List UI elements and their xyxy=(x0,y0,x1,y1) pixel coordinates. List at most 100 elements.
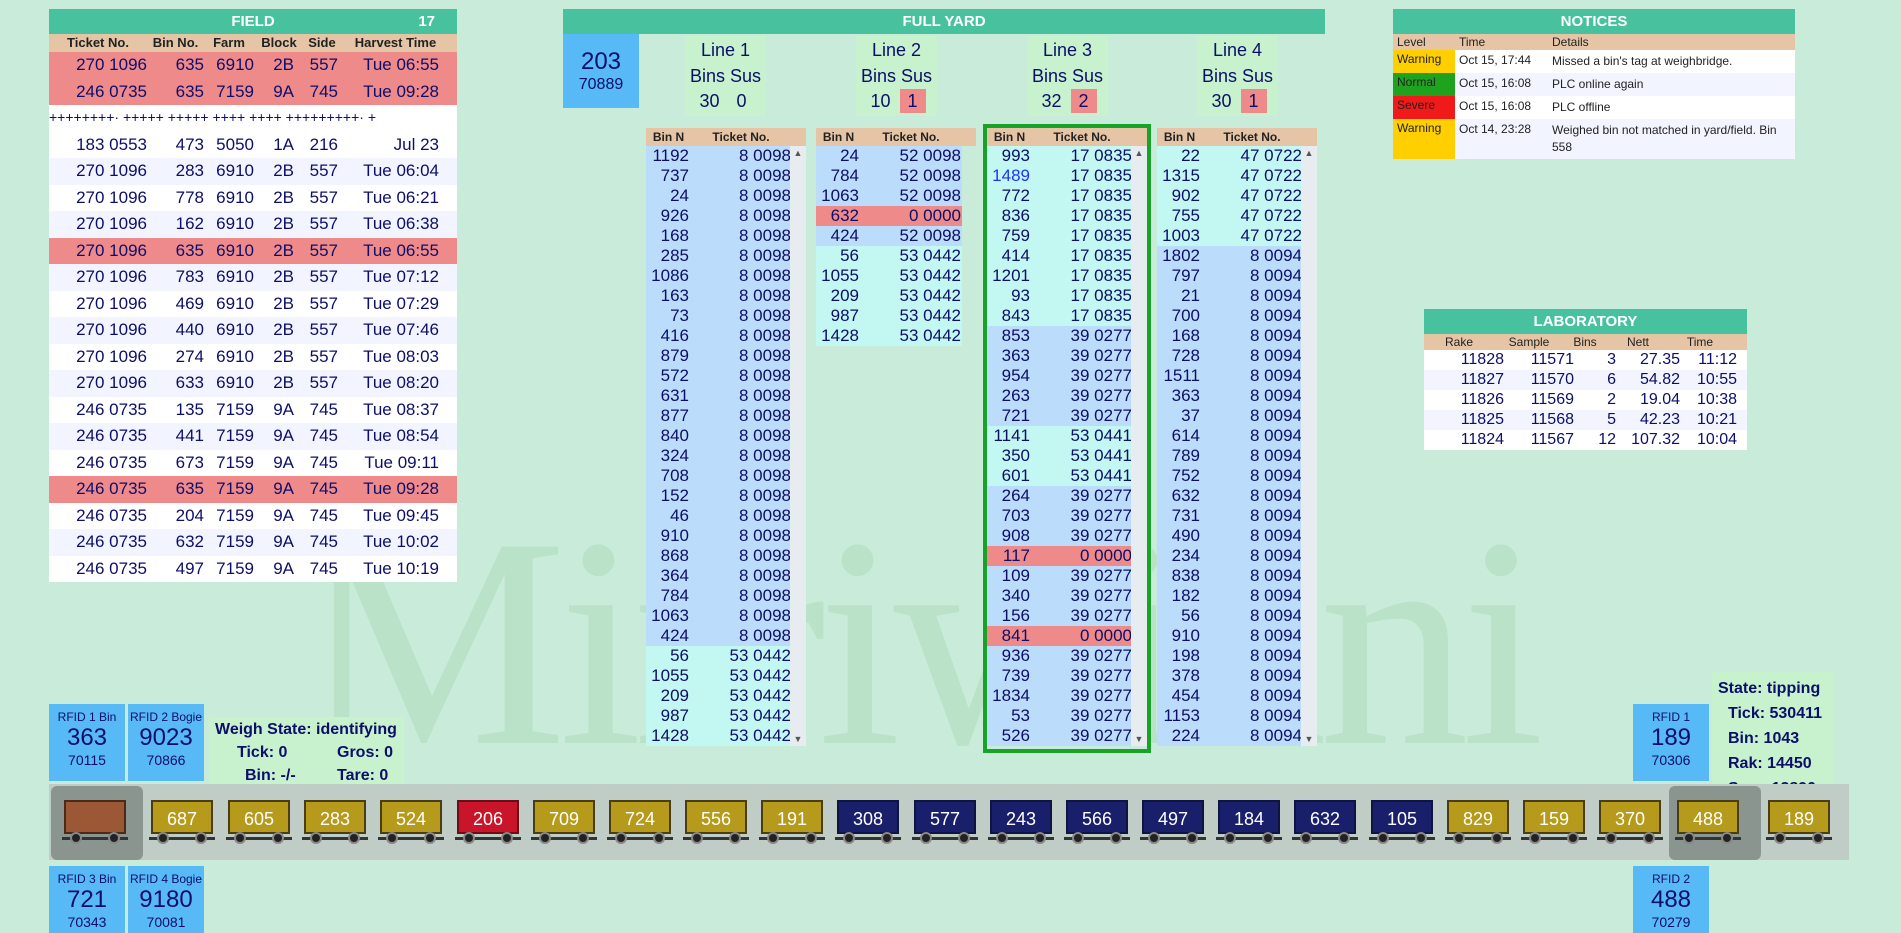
col-bins[interactable]: Bins xyxy=(1564,334,1606,350)
bin-row[interactable]: 737 8 0098 xyxy=(646,166,792,186)
bin-row[interactable]: 22 47 0722 xyxy=(1157,146,1303,166)
field-row[interactable]: 246 0735 635 7159 9A 745 Tue 09:28 xyxy=(49,78,457,105)
wagon[interactable]: 632 xyxy=(1292,798,1358,846)
wagon[interactable]: 829 xyxy=(1445,798,1511,846)
field-row[interactable]: 246 0735 673 7159 9A 745 Tue 09:11 xyxy=(49,449,457,476)
bin-row[interactable]: 1802 8 0094 xyxy=(1157,246,1303,266)
rfid-3-bin[interactable]: RFID 3 Bin 721 70343 xyxy=(49,866,125,933)
bin-row[interactable]: 572 8 0098 xyxy=(646,366,792,386)
bin-row[interactable]: 56 53 0442 xyxy=(816,246,962,266)
wagon[interactable]: 524 xyxy=(378,798,444,846)
rfid-2-bogie[interactable]: RFID 2 Bogie 9023 70866 xyxy=(128,704,204,781)
bin-row[interactable]: 868 8 0098 xyxy=(646,546,792,566)
wagon[interactable]: 308 xyxy=(835,798,901,846)
bin-row[interactable]: 987 53 0442 xyxy=(816,306,962,326)
notice-row[interactable]: Warning Oct 15, 17:44 Missed a bin's tag a… xyxy=(1393,50,1795,73)
bin-row[interactable]: 182 8 0094 xyxy=(1157,586,1303,606)
bin-row[interactable]: 1315 47 0722 xyxy=(1157,166,1303,186)
bin-row[interactable]: 700 8 0094 xyxy=(1157,306,1303,326)
scroll-down-icon[interactable]: ▼ xyxy=(1301,732,1317,746)
field-row[interactable]: 183 0553 473 5050 1A 216 Jul 23 xyxy=(49,131,457,158)
field-row[interactable]: 246 0735 135 7159 9A 745 Tue 08:37 xyxy=(49,396,457,423)
bin-row[interactable]: 1511 8 0094 xyxy=(1157,366,1303,386)
bin-row[interactable]: 840 8 0098 xyxy=(646,426,792,446)
bin-row[interactable]: 364 8 0098 xyxy=(646,566,792,586)
bin-row[interactable]: 789 8 0094 xyxy=(1157,446,1303,466)
bin-row[interactable]: 454 8 0094 xyxy=(1157,686,1303,706)
bin-row[interactable]: 784 52 0098 xyxy=(816,166,962,186)
locomotive[interactable] xyxy=(62,798,128,846)
line-3-header[interactable]: Line 3 Bins Sus 32 2 xyxy=(1027,36,1108,116)
col-ticket[interactable]: Ticket No. xyxy=(49,34,147,52)
lab-row[interactable]: 11828 11571 3 27.35 11:12 xyxy=(1424,350,1747,370)
bin-row[interactable]: 363 8 0094 xyxy=(1157,386,1303,406)
bin-row[interactable]: 152 8 0098 xyxy=(646,486,792,506)
bin-row[interactable]: 902 47 0722 xyxy=(1157,186,1303,206)
rfid-right-2[interactable]: RFID 2 488 70279 xyxy=(1633,866,1709,933)
wagon[interactable]: 206 xyxy=(455,798,521,846)
bin-row[interactable]: 285 8 0098 xyxy=(646,246,792,266)
wagon[interactable]: 687 xyxy=(149,798,215,846)
wagon[interactable]: 283 xyxy=(302,798,368,846)
bin-row[interactable]: 234 8 0094 xyxy=(1157,546,1303,566)
wagon[interactable]: 191 xyxy=(759,798,825,846)
col-rake[interactable]: Rake xyxy=(1424,334,1494,350)
col-ticket[interactable]: Ticket No. xyxy=(691,128,791,146)
bin-row[interactable]: 37 8 0094 xyxy=(1157,406,1303,426)
notice-row[interactable]: Warning Oct 14, 23:28 Weighed bin not matc… xyxy=(1393,119,1795,159)
wagon[interactable]: 566 xyxy=(1064,798,1130,846)
notice-row[interactable]: Severe Oct 15, 16:08 PLC offline xyxy=(1393,96,1795,119)
wagon[interactable]: 724 xyxy=(607,798,673,846)
field-row[interactable]: 270 1096 635 6910 2B 557 Tue 06:55 xyxy=(49,237,457,264)
bin-row[interactable]: 926 8 0098 xyxy=(646,206,792,226)
bin-row[interactable]: 708 8 0098 xyxy=(646,466,792,486)
scrollbar[interactable]: ▲ ▼ xyxy=(1301,146,1317,746)
col-sample[interactable]: Sample xyxy=(1494,334,1564,350)
bin-row[interactable]: 378 8 0094 xyxy=(1157,666,1303,686)
bin-row[interactable]: 784 8 0098 xyxy=(646,586,792,606)
lab-row[interactable]: 11827 11570 6 54.82 10:55 xyxy=(1424,370,1747,390)
col-ticket[interactable]: Ticket No. xyxy=(1202,128,1302,146)
bin-row[interactable]: 416 8 0098 xyxy=(646,326,792,346)
line-1-header[interactable]: Line 1 Bins Sus 30 0 xyxy=(685,36,766,116)
bin-row[interactable]: 209 53 0442 xyxy=(816,286,962,306)
bin-row[interactable]: 424 8 0098 xyxy=(646,626,792,646)
bin-row[interactable]: 1086 8 0098 xyxy=(646,266,792,286)
bin-row[interactable]: 168 8 0098 xyxy=(646,226,792,246)
bin-row[interactable]: 1055 53 0442 xyxy=(646,666,792,686)
bin-row[interactable]: 1063 52 0098 xyxy=(816,186,962,206)
line-4-header[interactable]: Line 4 Bins Sus 30 1 xyxy=(1197,36,1278,116)
bin-row[interactable]: 731 8 0094 xyxy=(1157,506,1303,526)
wagon[interactable]: 370 xyxy=(1597,798,1663,846)
bin-row[interactable]: 46 8 0098 xyxy=(646,506,792,526)
rfid-1-bin[interactable]: RFID 1 Bin 363 70115 xyxy=(49,704,125,781)
wagon[interactable]: 488 xyxy=(1675,798,1741,846)
wagon[interactable]: 105 xyxy=(1369,798,1435,846)
bin-row[interactable]: 56 53 0442 xyxy=(646,646,792,666)
bin-row[interactable]: 21 8 0094 xyxy=(1157,286,1303,306)
col-bin[interactable]: Bin N xyxy=(646,128,691,146)
field-row[interactable]: 246 0735 204 7159 9A 745 Tue 09:45 xyxy=(49,502,457,529)
wagon[interactable]: 159 xyxy=(1521,798,1587,846)
field-row[interactable]: 270 1096 635 6910 2B 557 Tue 06:55 xyxy=(49,52,457,79)
wagon[interactable]: 605 xyxy=(226,798,292,846)
bin-row[interactable]: 168 8 0094 xyxy=(1157,326,1303,346)
bin-row[interactable]: 424 52 0098 xyxy=(816,226,962,246)
bin-row[interactable]: 987 53 0442 xyxy=(646,706,792,726)
lab-row[interactable]: 11826 11569 2 19.04 10:38 xyxy=(1424,390,1747,410)
bin-row[interactable]: 56 8 0094 xyxy=(1157,606,1303,626)
field-row[interactable]: 246 0735 632 7159 9A 745 Tue 10:02 xyxy=(49,529,457,556)
bin-row[interactable]: 490 8 0094 xyxy=(1157,526,1303,546)
bin-row[interactable]: 209 53 0442 xyxy=(646,686,792,706)
col-bin[interactable]: Bin No. xyxy=(147,34,204,52)
bin-row[interactable]: 755 47 0722 xyxy=(1157,206,1303,226)
field-row[interactable]: 270 1096 274 6910 2B 557 Tue 08:03 xyxy=(49,343,457,370)
col-side[interactable]: Side xyxy=(304,34,340,52)
line-2-header[interactable]: Line 2 Bins Sus 10 1 xyxy=(856,36,937,116)
rfid-right-1[interactable]: RFID 1 189 70306 xyxy=(1633,704,1709,781)
bin-row[interactable]: 838 8 0094 xyxy=(1157,566,1303,586)
col-bin[interactable]: Bin N xyxy=(1157,128,1202,146)
bin-row[interactable]: 879 8 0098 xyxy=(646,346,792,366)
bin-row[interactable]: 24 8 0098 xyxy=(646,186,792,206)
bin-row[interactable]: 1192 8 0098 xyxy=(646,146,792,166)
